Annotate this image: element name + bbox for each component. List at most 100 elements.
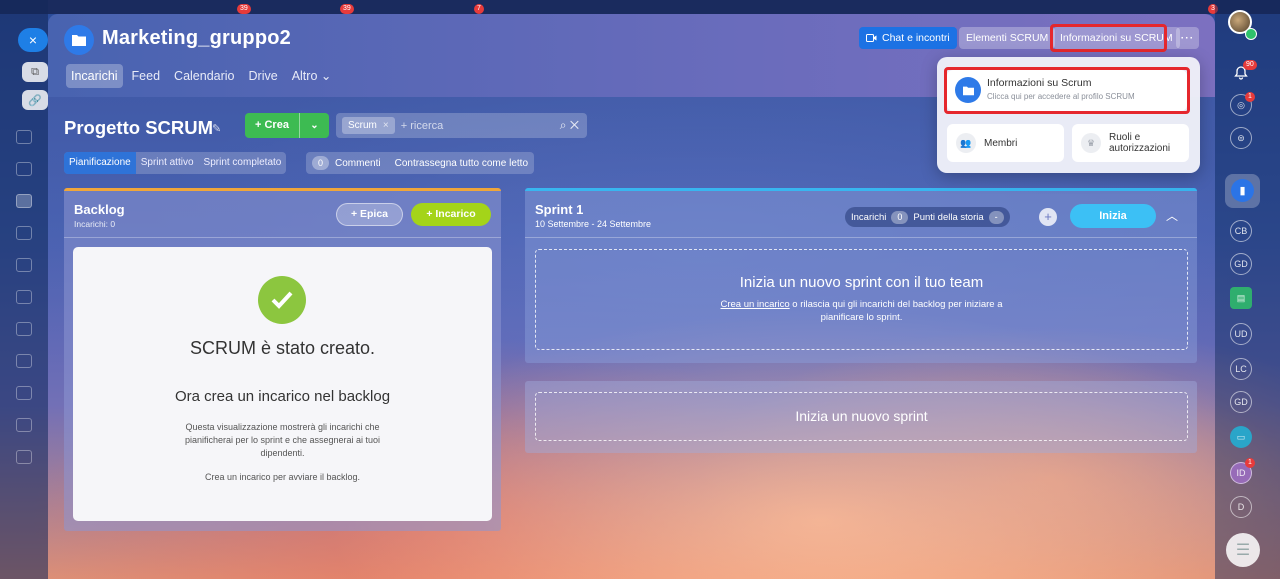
tab-altro[interactable]: Altro ⌄ (287, 64, 337, 88)
comments-count: 0 (312, 156, 330, 170)
menu-icon[interactable]: ☰ (1226, 533, 1260, 567)
tab-incarichi[interactable]: Incarichi (66, 64, 123, 88)
project-title: Progetto SCRUM (64, 117, 214, 138)
chat-meetings-label: Chat e incontri (882, 32, 950, 44)
copy-link-button[interactable]: 🔗 (22, 90, 48, 110)
tasks-label: Incarichi (851, 211, 887, 223)
sidebar-menu-icon[interactable] (16, 450, 32, 464)
card-description: Questa visualizzazione mostrerà gli inca… (184, 422, 381, 458)
roles-label: Ruoli e autorizzazioni (1109, 132, 1170, 154)
scrum-elements-button[interactable]: Elementi SCRUM (959, 27, 1056, 49)
tab-feed[interactable]: Feed (127, 64, 166, 88)
scrum-subtabs: Pianificazione Sprint attivo Sprint comp… (64, 152, 287, 174)
add-icon[interactable]: + (1039, 208, 1057, 226)
drop-description: o rilascia qui gli incarichi del backlog… (789, 299, 1003, 323)
tab-active-sprint[interactable]: Sprint attivo (136, 152, 199, 174)
story-points-value: - (988, 210, 1004, 224)
sprint-stats: Incarichi 0 Punti della storia - (845, 207, 1010, 227)
group-tabs: Incarichi Feed Calendario Drive Altro ⌄ (66, 64, 336, 88)
avatar[interactable]: GD (1230, 391, 1252, 413)
message-icon[interactable]: ⊜ (1230, 127, 1252, 149)
create-task-link[interactable]: Crea un incarico (721, 299, 790, 310)
avatar-initials: CB (1234, 226, 1248, 236)
backlog-column: Backlog Incarichi: 0 + Epica + Incarico … (64, 188, 501, 531)
add-task-button[interactable]: + Incarico (411, 203, 491, 226)
comments-label[interactable]: Commenti (335, 158, 381, 169)
selected-contact[interactable]: ▮ (1225, 174, 1260, 208)
sprint-drop-zone[interactable]: Inizia un nuovo sprint con il tuo team C… (535, 249, 1188, 350)
highlight-box (1050, 24, 1167, 52)
bookmark-icon: ▮ (1231, 179, 1254, 202)
divider (525, 237, 1197, 238)
tab-planning[interactable]: Pianificazione (64, 152, 136, 174)
comments-bar: 0 Commenti Contrassegna tutto come letto (306, 152, 535, 174)
new-sprint-panel: Inizia un nuovo sprint (525, 381, 1197, 453)
mark-all-read-link[interactable]: Contrassegna tutto come letto (395, 158, 528, 169)
roles-button[interactable]: ♛ Ruoli e autorizzazioni (1072, 124, 1189, 162)
sidebar-docs-icon[interactable] (16, 354, 32, 368)
sidebar-chat-icon[interactable] (16, 130, 32, 144)
close-icon: × (28, 32, 38, 48)
sprint-dates: 10 Settembre - 24 Settembre (535, 219, 652, 229)
close-icon[interactable]: × (383, 120, 389, 131)
avatar[interactable]: D (1230, 496, 1252, 518)
video-icon (866, 34, 877, 42)
card-hint: Crea un incarico per avviare il backlog. (204, 472, 361, 482)
slider-panel: Marketing_gruppo2 Incarichi Feed Calenda… (48, 14, 1215, 579)
create-label[interactable]: + Crea (245, 113, 300, 138)
sidebar-users-icon[interactable] (16, 418, 32, 432)
sprint-column: Sprint 1 10 Settembre - 24 Settembre Inc… (525, 188, 1197, 363)
start-sprint-button[interactable]: Inizia (1070, 204, 1156, 228)
avatar-initials: LC (1235, 364, 1247, 374)
chat-meetings-button[interactable]: Chat e incontri (859, 27, 957, 49)
search-icon[interactable]: ⌕ ✕ (560, 118, 579, 133)
avatar-initials: GD (1234, 259, 1248, 269)
drop-heading: Inizia un nuovo sprint con il tuo team (739, 274, 984, 291)
divider (64, 237, 501, 238)
more-button[interactable]: ··· (1176, 27, 1199, 49)
tab-drive[interactable]: Drive (244, 64, 283, 88)
avatar[interactable]: CB (1230, 220, 1252, 242)
close-slider-button[interactable]: × (18, 28, 48, 52)
chevron-down-icon[interactable]: ⌄ (300, 120, 329, 131)
sprint-title: Sprint 1 (535, 202, 584, 217)
sidebar-feed-icon[interactable] (16, 162, 32, 176)
sidebar-crm-icon[interactable] (16, 258, 32, 272)
tab-calendario[interactable]: Calendario (169, 64, 239, 88)
sidebar-tasks-icon[interactable] (16, 194, 32, 208)
avatar[interactable]: LC (1230, 358, 1252, 380)
sidebar-calendar-icon[interactable] (16, 290, 32, 304)
add-epic-button[interactable]: + Epica (336, 203, 403, 226)
create-button[interactable]: + Crea ⌄ (245, 113, 329, 138)
members-button[interactable]: 👥 Membri (947, 124, 1064, 162)
sidebar-list-icon[interactable] (16, 386, 32, 400)
filter-chip[interactable]: Scrum × (342, 117, 395, 134)
chat-bubble-icon[interactable]: ▭ (1230, 426, 1252, 448)
sidebar-mail-icon[interactable] (16, 226, 32, 240)
backlog-title: Backlog (74, 202, 125, 217)
open-new-window-button[interactable]: ⧉ (22, 62, 48, 82)
avatar-initials: UD (1234, 329, 1248, 339)
roles-label-line1: Ruoli e (1109, 132, 1141, 143)
pin-icon[interactable]: ✎ (212, 122, 221, 135)
roles-label-line2: autorizzazioni (1109, 143, 1171, 154)
badge: 1 (1245, 92, 1255, 102)
avatar[interactable]: GD (1230, 253, 1252, 275)
page-title: Marketing_gruppo2 (102, 27, 291, 49)
empty-backlog-card: SCRUM è stato creato. Ora crea un incari… (73, 247, 492, 521)
tab-completed-sprint[interactable]: Sprint completato (199, 152, 287, 174)
notification-count: 90 (1243, 60, 1257, 70)
external-link-icon: ⧉ (31, 65, 39, 78)
top-badge: 39 (237, 4, 251, 14)
checkmark-icon (258, 276, 306, 324)
chevron-up-icon[interactable]: ︿ (1166, 207, 1178, 224)
avatar[interactable]: UD (1230, 323, 1252, 345)
contact-card-icon[interactable]: ▤ (1230, 287, 1252, 309)
status-icon (1245, 28, 1257, 40)
sidebar-contacts-icon[interactable] (16, 322, 32, 336)
avatar-initials: GD (1234, 397, 1248, 407)
search-input[interactable]: Scrum × + ricerca ⌕ ✕ (336, 113, 587, 138)
badge: 1 (1245, 458, 1255, 468)
left-sidebar (0, 0, 48, 579)
new-sprint-button[interactable]: Inizia un nuovo sprint (535, 392, 1188, 441)
